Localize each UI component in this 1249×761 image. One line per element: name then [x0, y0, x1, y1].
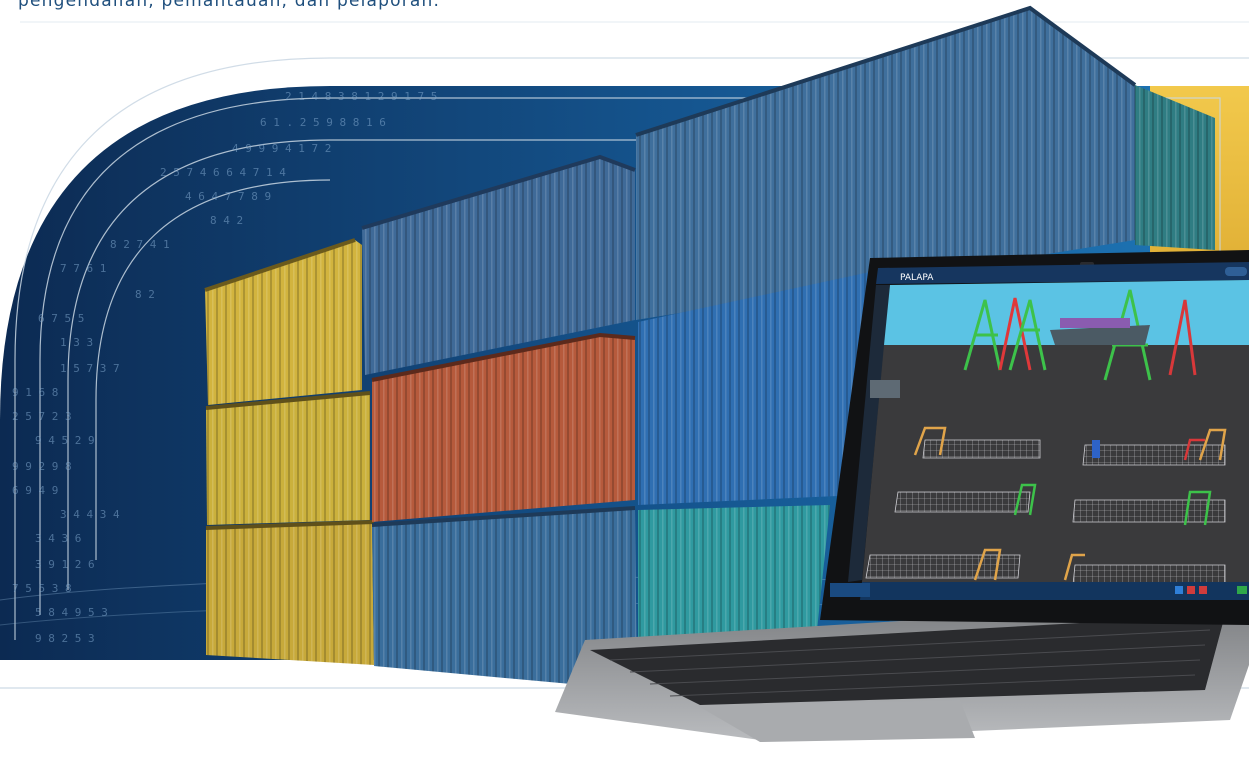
svg-text:1 3 3: 1 3 3	[60, 336, 93, 349]
container-yellow-bottom	[205, 520, 375, 665]
svg-text:3 9 1 2 6: 3 9 1 2 6	[35, 558, 95, 571]
svg-text:3 4 4 3 4: 3 4 4 3 4	[60, 508, 120, 521]
svg-text:6 7 5 5: 6 7 5 5	[38, 312, 84, 325]
app-brand: PALAPA	[900, 273, 934, 283]
svg-text:2 5 7 2 3: 2 5 7 2 3	[12, 410, 72, 423]
screen-content: PALAPA	[830, 262, 1249, 600]
illustration: 2 1 4 8 3 8 1 2 9 1 7 5 6 1 . 2 5 9 8 8 …	[0, 5, 1249, 742]
svg-text:2 5 7 4 6 6 4 7 1 4: 2 5 7 4 6 6 4 7 1 4	[160, 166, 286, 179]
svg-text:6 9 4 9: 6 9 4 9	[12, 484, 58, 497]
container-yellow-middle	[205, 391, 371, 525]
svg-text:8 2 7 4 1: 8 2 7 4 1	[110, 238, 170, 251]
svg-text:7 5 5 3 8: 7 5 5 3 8	[12, 582, 72, 595]
svg-text:9 9 2 9 8: 9 9 2 9 8	[12, 460, 72, 473]
building	[870, 380, 900, 398]
svg-text:9 8 2 5 3: 9 8 2 5 3	[35, 632, 95, 645]
svg-text:5 8 4 9 5 3: 5 8 4 9 5 3	[35, 606, 108, 619]
svg-text:9 4 5 2 9: 9 4 5 2 9	[35, 434, 95, 447]
svg-text:8 4 2: 8 4 2	[210, 214, 243, 227]
svg-text:8 2: 8 2	[135, 288, 155, 301]
svg-text:2 1 4 8 3 8 1 2 9 1 7 5: 2 1 4 8 3 8 1 2 9 1 7 5	[285, 90, 437, 103]
hero-image: pengendalian, pemantauan, dan pelaporan.	[0, 0, 1249, 761]
svg-text:6 1 . 2 5 9 8 8 1 6: 6 1 . 2 5 9 8 8 1 6	[260, 116, 386, 129]
svg-text:1 5 7 3 7: 1 5 7 3 7	[60, 362, 120, 375]
svg-text:7 7 6 1: 7 7 6 1	[60, 262, 106, 275]
svg-text:3 4 3 6: 3 4 3 6	[35, 532, 81, 545]
svg-text:4 6 4 7 7 8 9: 4 6 4 7 7 8 9	[185, 190, 271, 203]
svg-text:4 9 9 9 4 1 7 2: 4 9 9 9 4 1 7 2	[232, 142, 331, 155]
svg-text:9 1 6 8: 9 1 6 8	[12, 386, 58, 399]
